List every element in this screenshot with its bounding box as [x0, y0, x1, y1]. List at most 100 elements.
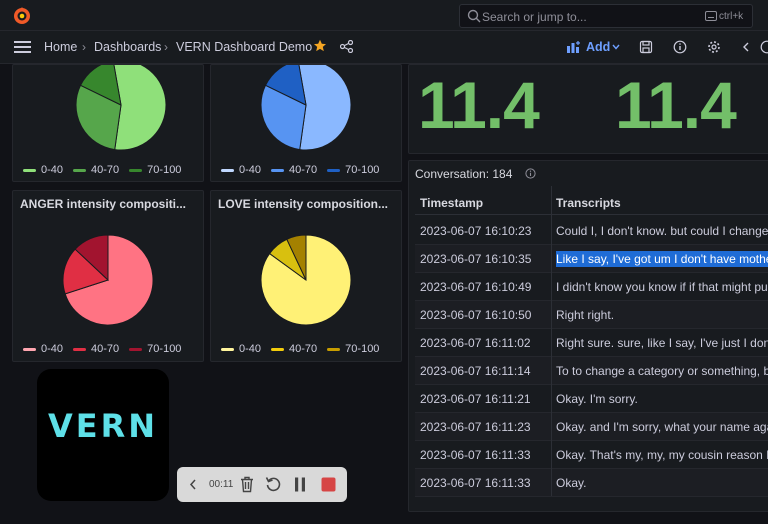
pie-panel-blue[interactable]: 0-40 40-70 70-100 [210, 64, 402, 182]
pie-chart [260, 234, 352, 326]
pie-legend: 0-40 40-70 70-100 [23, 343, 181, 355]
restart-icon[interactable] [265, 476, 282, 493]
chevron-left-icon[interactable] [189, 479, 197, 490]
timestamp-cell: 2023-06-07 16:11:33 [420, 448, 531, 462]
transcript-cell[interactable]: To to change a category or something, b [556, 364, 768, 378]
trash-icon[interactable] [240, 476, 254, 493]
save-icon[interactable] [639, 40, 653, 54]
table-row[interactable]: 2023-06-07 16:11:33 Okay. That's my, my, … [415, 441, 768, 469]
legend-swatch [73, 347, 87, 351]
transcript-cell[interactable]: Okay. and I'm sorry, what your name aga [556, 420, 768, 434]
legend-swatch [271, 347, 285, 351]
top-bar: Search or jump to... ctrl+k [0, 0, 768, 31]
conversation-panel[interactable]: Conversation: 184 Timestamp Transcripts … [408, 160, 768, 512]
keyboard-icon [705, 11, 717, 21]
legend-swatch [327, 168, 341, 172]
table-row[interactable]: 2023-06-07 16:10:23 Could I, I don't know… [415, 217, 768, 245]
search-placeholder: Search or jump to... [482, 10, 587, 24]
info-icon[interactable] [673, 40, 687, 54]
clock-icon[interactable] [760, 40, 768, 54]
transcript-cell[interactable]: Could I, I don't know. but could I chang… [556, 224, 768, 238]
transcript-cell[interactable]: Okay. [556, 476, 586, 490]
legend-item[interactable]: 70-100 [129, 164, 181, 176]
table-row[interactable]: 2023-06-07 16:10:35 Like I say, I've got … [415, 245, 768, 273]
transcript-cell[interactable]: Okay. That's my, my, my cousin reason I [556, 448, 768, 462]
chevron-right-icon: › [164, 40, 168, 54]
dashboard-navbar: Home › Dashboards › VERN Dashboard Demo … [0, 31, 768, 64]
legend-item[interactable]: 40-70 [73, 164, 119, 176]
table-row[interactable]: 2023-06-07 16:11:33 Okay. [415, 469, 768, 497]
column-header-timestamp[interactable]: Timestamp [420, 196, 483, 210]
breadcrumb-home[interactable]: Home [44, 40, 77, 54]
legend-label: 0-40 [239, 343, 262, 355]
breadcrumb-dashboard-title: VERN Dashboard Demo [176, 40, 313, 54]
table-row[interactable]: 2023-06-07 16:11:23 Okay. and I'm sorry, … [415, 413, 768, 441]
legend-label: 40-70 [289, 164, 318, 176]
menu-icon[interactable] [14, 40, 31, 54]
legend-item[interactable]: 40-70 [271, 164, 317, 176]
timestamp-cell: 2023-06-07 16:11:02 [420, 336, 531, 350]
info-icon[interactable] [525, 168, 536, 179]
love-panel[interactable]: LOVE intensity composition... 0-40 40-70… [210, 190, 402, 362]
legend-item[interactable]: 40-70 [271, 343, 317, 355]
share-icon[interactable] [340, 40, 353, 53]
table-row[interactable]: 2023-06-07 16:10:50 Right right. [415, 301, 768, 329]
timestamp-cell: 2023-06-07 16:11:14 [420, 364, 531, 378]
search-input[interactable]: Search or jump to... ctrl+k [459, 4, 753, 28]
add-button[interactable]: Add [567, 39, 623, 56]
legend-item[interactable]: 70-100 [129, 343, 181, 355]
column-header-transcripts[interactable]: Transcripts [556, 196, 621, 210]
table-row[interactable]: 2023-06-07 16:10:49 I didn't know you kno… [415, 273, 768, 301]
transcript-cell[interactable]: Right sure. sure, like I say, I've just … [556, 336, 768, 350]
pause-icon[interactable] [294, 477, 306, 492]
legend-label: 40-70 [289, 343, 318, 355]
legend-label: 0-40 [41, 343, 64, 355]
recording-time: 00:11 [209, 479, 234, 490]
vern-logo-tile: VERN [37, 369, 169, 501]
table-row[interactable]: 2023-06-07 16:11:14 To to change a catego… [415, 357, 768, 385]
search-shortcut: ctrl+k [719, 11, 744, 22]
legend-label: 0-40 [239, 164, 262, 176]
gear-icon[interactable] [707, 40, 721, 54]
legend-label: 0-40 [41, 164, 64, 176]
legend-swatch [271, 168, 285, 172]
legend-item[interactable]: 0-40 [221, 343, 261, 355]
transcript-cell[interactable]: Okay. I'm sorry. [556, 392, 638, 406]
legend-item[interactable]: 0-40 [23, 164, 63, 176]
transcript-cell[interactable]: Right right. [556, 308, 614, 322]
panel-title[interactable]: Conversation: 184 [415, 167, 512, 181]
pie-chart [62, 234, 154, 326]
anger-panel[interactable]: ANGER intensity compositi... 0-40 40-70 … [12, 190, 204, 362]
legend-item[interactable]: 40-70 [73, 343, 119, 355]
legend-label: 70-100 [147, 343, 182, 355]
pie-panel-green[interactable]: 0-40 40-70 70-100 [12, 64, 204, 182]
breadcrumb-dashboards[interactable]: Dashboards [94, 40, 161, 54]
add-button-label: Add [586, 40, 611, 54]
table-header: Timestamp Transcripts [415, 189, 768, 215]
timestamp-cell: 2023-06-07 16:11:21 [420, 392, 531, 406]
vern-logo: VERN [47, 407, 159, 445]
chevron-down-icon [612, 44, 620, 50]
legend-swatch [23, 347, 36, 351]
pie-legend: 0-40 40-70 70-100 [221, 164, 379, 176]
legend-swatch [23, 168, 36, 172]
table-row[interactable]: 2023-06-07 16:11:21 Okay. I'm sorry. [415, 385, 768, 413]
legend-item[interactable]: 70-100 [327, 164, 379, 176]
table-row[interactable]: 2023-06-07 16:11:02 Right sure. sure, lik… [415, 329, 768, 357]
star-icon[interactable] [313, 39, 327, 53]
transcript-cell[interactable]: I didn't know you know if if that might … [556, 280, 768, 294]
timestamp-cell: 2023-06-07 16:10:49 [420, 280, 532, 294]
legend-swatch [221, 347, 234, 351]
stop-icon[interactable] [321, 477, 336, 492]
legend-label: 70-100 [147, 164, 182, 176]
transcript-cell[interactable]: Like I say, I've got um I don't have mot… [556, 251, 768, 267]
chevron-left-icon[interactable] [739, 40, 753, 54]
legend-item[interactable]: 0-40 [221, 164, 261, 176]
legend-swatch [129, 168, 143, 172]
grafana-logo-icon[interactable] [12, 6, 32, 26]
legend-item[interactable]: 0-40 [23, 343, 63, 355]
pie-legend: 0-40 40-70 70-100 [221, 343, 379, 355]
legend-label: 70-100 [345, 164, 380, 176]
timestamp-cell: 2023-06-07 16:10:23 [420, 224, 532, 238]
legend-item[interactable]: 70-100 [327, 343, 379, 355]
